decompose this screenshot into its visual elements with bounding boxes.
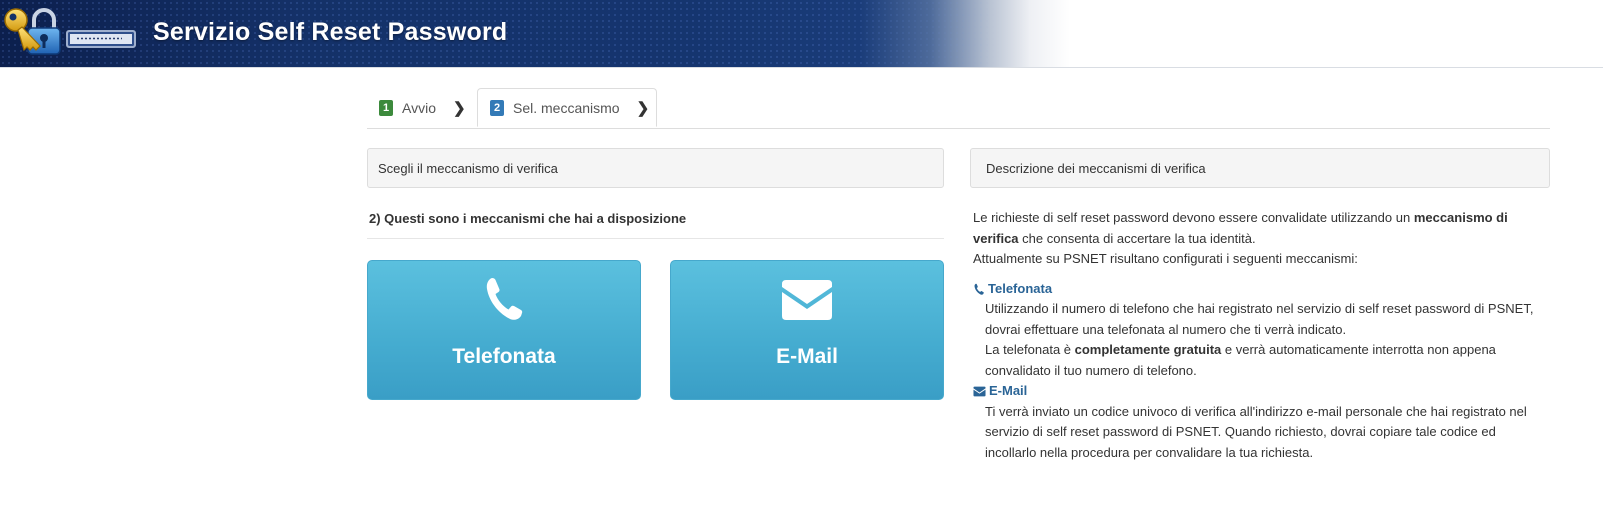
intro-paragraph: Le richieste di self reset password devo… [973,210,1508,266]
envelope-icon [973,386,986,397]
chevron-right-icon: ❯ [452,99,466,117]
envelope-icon [782,280,832,320]
wizard-tabs: 1 Avvio ❯ 2 Sel. meccanismo ❯ [367,88,1550,129]
phone-icon [486,278,523,320]
telefonata-description: Utilizzando il numero di telefono che ha… [985,301,1534,378]
email-description: Ti verrà inviato un codice univoco di ve… [985,403,1527,460]
telefonata-button[interactable]: Telefonata [367,260,641,400]
step-number-badge: 1 [379,99,393,116]
tab-label: Sel. meccanismo [513,99,620,116]
email-button[interactable]: E-Mail [670,260,944,400]
app-title: Servizio Self Reset Password [153,18,508,46]
tab-step-sel-meccanismo[interactable]: 2 Sel. meccanismo ❯ [477,88,657,127]
key-lock-icon [4,8,61,55]
tab-label: Avvio [402,99,436,116]
button-label: Telefonata [452,345,556,368]
button-label: E-Mail [776,345,838,368]
password-field-icon [66,30,136,48]
left-panel-heading: Scegli il meccanismo di verifica [367,148,944,188]
email-heading: E-Mail [973,381,1543,402]
tab-step-avvio[interactable]: 1 Avvio ❯ [367,88,475,127]
header-banner: Servizio Self Reset Password [0,0,1603,68]
phone-icon [974,283,984,295]
divider [367,238,944,239]
telefonata-heading: Telefonata [973,279,1543,300]
chevron-right-icon: ❯ [636,99,650,117]
right-panel-heading: Descrizione dei meccanismi di verifica [970,148,1550,188]
mechanisms-description: Le richieste di self reset password devo… [973,208,1543,463]
step-number-badge: 2 [490,99,504,116]
mechanisms-subtitle: 2) Questi sono i meccanismi che hai a di… [369,211,687,226]
